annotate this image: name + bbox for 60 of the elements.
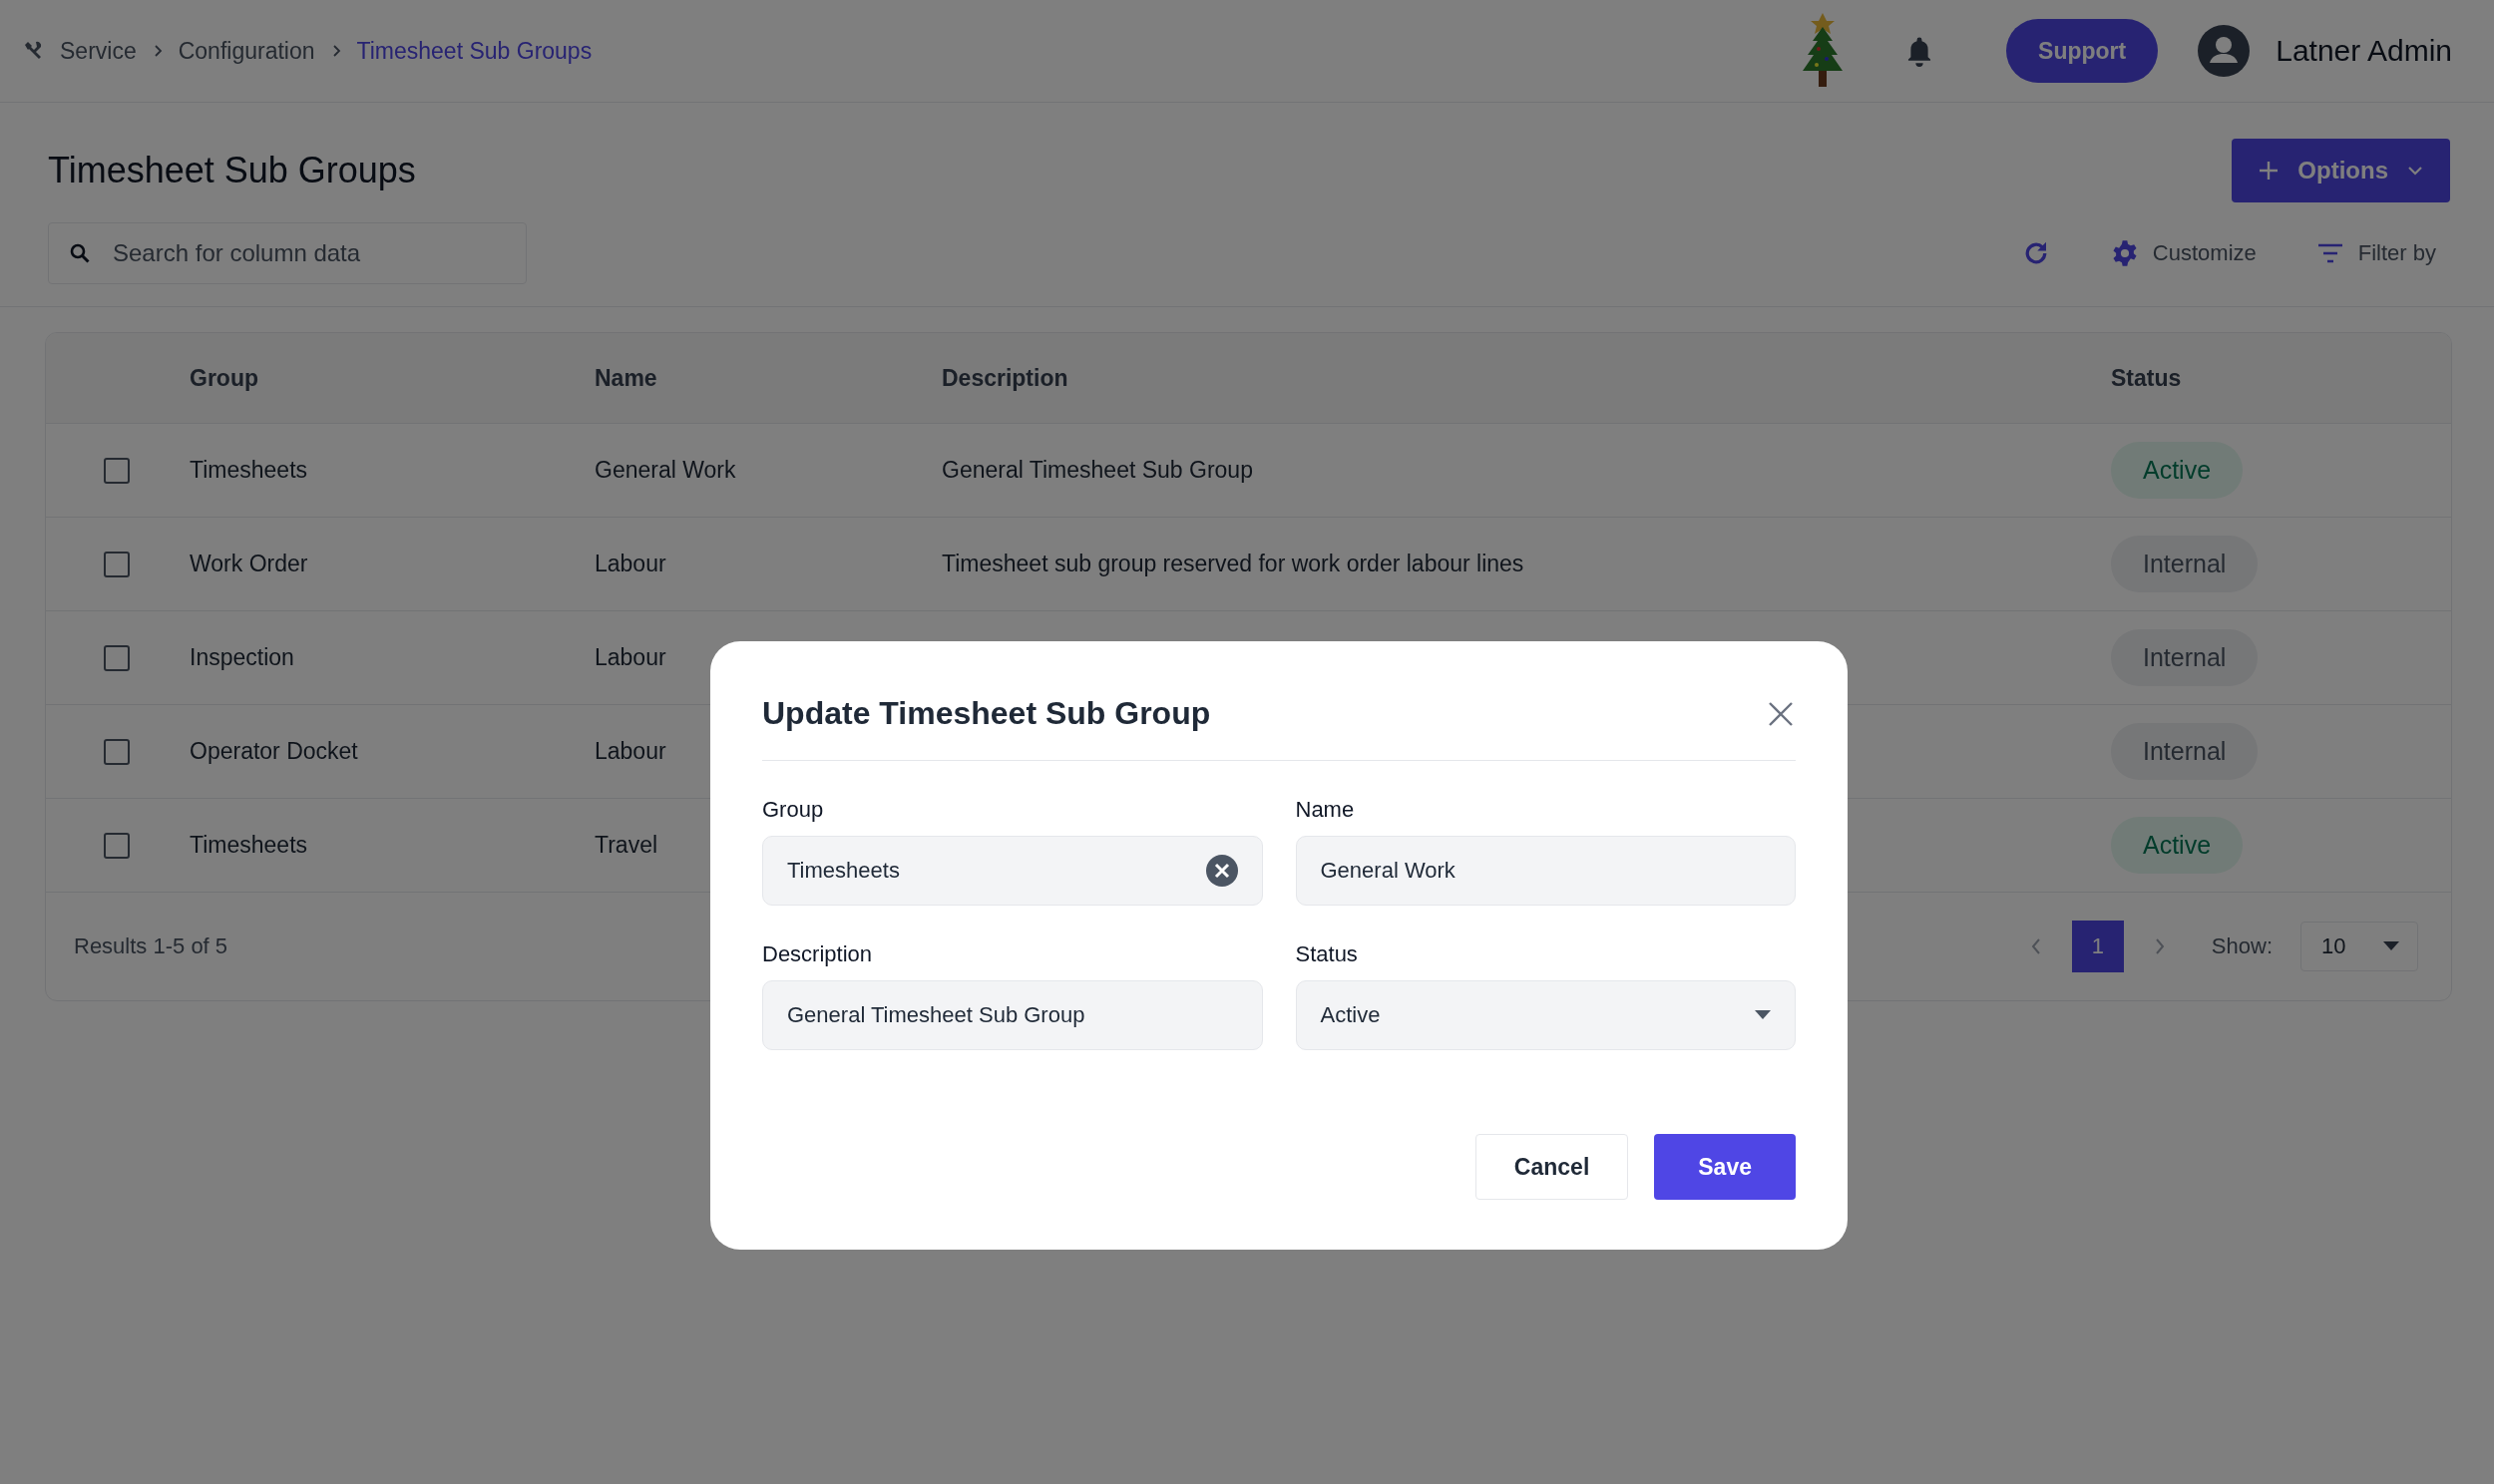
results-count: Results 1-5 of 5 — [74, 933, 228, 959]
status-badge: Active — [2111, 817, 2244, 874]
table-cell: General Work — [595, 457, 736, 484]
dialog-title: Update Timesheet Sub Group — [762, 695, 1211, 732]
row-checkbox[interactable] — [104, 738, 130, 765]
column-header: Status — [2111, 364, 2182, 392]
row-checkbox[interactable] — [104, 551, 130, 577]
table-cell: Timesheets — [190, 457, 308, 484]
table-cell: Timesheet sub group reserved for work order labour lines — [942, 551, 1524, 577]
table-cell: Labour — [595, 644, 666, 671]
caret-down-icon — [1755, 1010, 1771, 1020]
page-title: Timesheet Sub Groups — [48, 150, 416, 191]
breadcrumb-link[interactable]: Configuration — [178, 37, 315, 65]
show-label: Show: — [2211, 933, 2273, 959]
page-button[interactable]: 1 — [2071, 921, 2124, 972]
caret-down-icon — [2383, 941, 2399, 951]
group-select[interactable]: Timesheets — [762, 836, 1263, 906]
options-button[interactable]: Options — [2232, 139, 2450, 202]
table-cell: Inspection — [190, 644, 294, 671]
user-name[interactable]: Latner Admin — [2276, 34, 2452, 68]
page-size-select[interactable]: 10 — [2300, 922, 2418, 971]
table-cell: Operator Docket — [190, 738, 358, 765]
input-field[interactable]: General Work — [1295, 836, 1796, 906]
table-cell: General Timesheet Sub Group — [942, 457, 1253, 484]
close-icon[interactable] — [1767, 699, 1795, 728]
customize-button[interactable]: Customize — [2110, 239, 2257, 267]
table-cell: Timesheets — [190, 832, 308, 859]
status-badge: Internal — [2111, 536, 2259, 592]
row-checkbox[interactable] — [104, 644, 130, 671]
table-cell: Work Order — [190, 551, 308, 577]
status-badge: Internal — [2111, 629, 2259, 686]
table-cell: Travel — [595, 832, 658, 859]
clear-icon[interactable] — [1205, 855, 1238, 887]
field-label: Description — [762, 941, 874, 967]
row-checkbox[interactable] — [104, 457, 130, 484]
row-checkbox[interactable] — [104, 832, 130, 859]
table-cell: Labour — [595, 551, 666, 577]
cancel-button[interactable]: Cancel — [1474, 1134, 1629, 1200]
filter-icon — [2315, 242, 2344, 264]
filter-button[interactable]: Filter by — [2315, 240, 2436, 266]
status-badge: Active — [2111, 442, 2244, 499]
christmas-tree-icon — [1803, 13, 1844, 89]
field-label: Name — [1295, 797, 1356, 823]
save-button[interactable]: Save — [1654, 1134, 1796, 1200]
column-header: Group — [190, 364, 258, 392]
breadcrumb-link[interactable]: Service — [60, 37, 137, 65]
support-button[interactable]: Support — [2006, 19, 2159, 83]
breadcrumb-link[interactable]: Timesheet Sub Groups — [356, 37, 593, 65]
search-icon — [68, 241, 92, 265]
table-cell: Labour — [595, 738, 666, 765]
column-header: Name — [595, 364, 657, 392]
status-select[interactable]: Active — [1295, 980, 1796, 1050]
column-header: Description — [942, 364, 1068, 392]
field-label: Group — [762, 797, 825, 823]
input-field[interactable]: General Timesheet Sub Group — [762, 980, 1263, 1050]
plus-icon — [2258, 160, 2281, 182]
field-label: Status — [1295, 941, 1359, 967]
user-avatar-icon[interactable] — [2198, 25, 2251, 77]
search-field[interactable]: Search for column data — [48, 222, 527, 284]
status-badge: Internal — [2111, 723, 2259, 780]
